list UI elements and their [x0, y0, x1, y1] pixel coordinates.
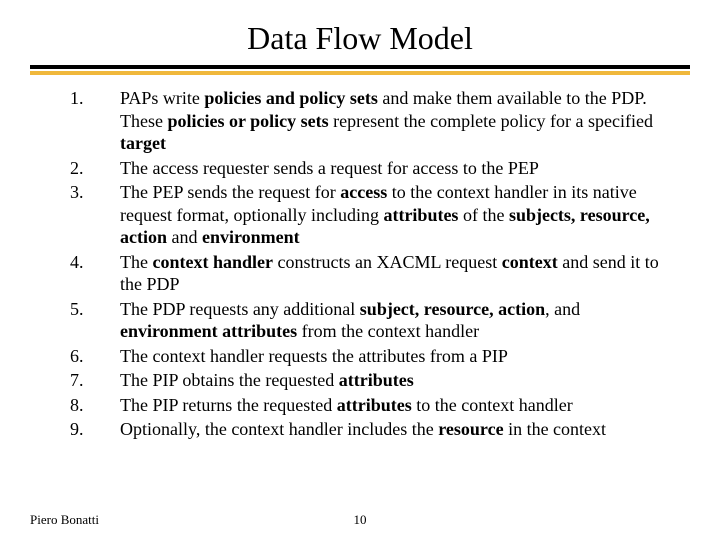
item-text: PAPs write policies and policy sets and …	[120, 87, 680, 155]
item-text: The PIP returns the requested attributes…	[120, 394, 680, 417]
page-number: 10	[0, 512, 720, 528]
item-text: The PIP obtains the requested attributes	[120, 369, 680, 392]
ordered-list: 1. PAPs write policies and policy sets a…	[30, 87, 690, 441]
list-item: 1. PAPs write policies and policy sets a…	[70, 87, 680, 155]
item-number: 8.	[70, 394, 120, 417]
list-item: 3. The PEP sends the request for access …	[70, 181, 680, 249]
divider-top	[30, 65, 690, 69]
list-item: 9. Optionally, the context handler inclu…	[70, 418, 680, 441]
list-item: 6. The context handler requests the attr…	[70, 345, 680, 368]
divider-accent	[30, 71, 690, 75]
slide: Data Flow Model 1. PAPs write policies a…	[0, 0, 720, 540]
item-text: The PEP sends the request for access to …	[120, 181, 680, 249]
item-number: 9.	[70, 418, 120, 441]
author-name: Piero Bonatti	[30, 512, 99, 528]
footer: Piero Bonatti 10	[0, 512, 720, 528]
item-number: 6.	[70, 345, 120, 368]
item-number: 7.	[70, 369, 120, 392]
list-item: 8. The PIP returns the requested attribu…	[70, 394, 680, 417]
list-item: 4. The context handler constructs an XAC…	[70, 251, 680, 296]
item-number: 4.	[70, 251, 120, 296]
item-number: 3.	[70, 181, 120, 249]
item-number: 1.	[70, 87, 120, 155]
item-text: The context handler requests the attribu…	[120, 345, 680, 368]
list-item: 5. The PDP requests any additional subje…	[70, 298, 680, 343]
list-item: 2. The access requester sends a request …	[70, 157, 680, 180]
item-number: 5.	[70, 298, 120, 343]
item-text: The PDP requests any additional subject,…	[120, 298, 680, 343]
item-text: The access requester sends a request for…	[120, 157, 680, 180]
item-text: The context handler constructs an XACML …	[120, 251, 680, 296]
page-title: Data Flow Model	[30, 20, 690, 57]
item-number: 2.	[70, 157, 120, 180]
item-text: Optionally, the context handler includes…	[120, 418, 680, 441]
list-item: 7. The PIP obtains the requested attribu…	[70, 369, 680, 392]
